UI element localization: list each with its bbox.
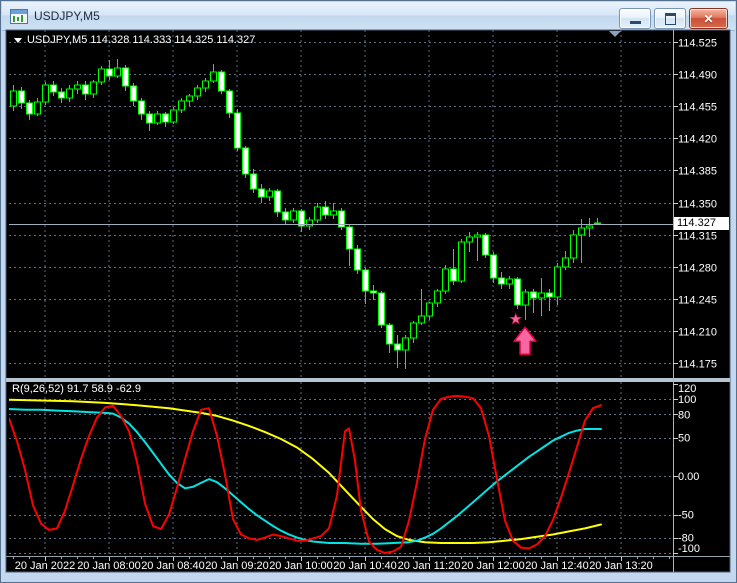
indicator-subwindow[interactable] [6,382,673,554]
price-axis[interactable] [674,30,730,556]
mt4-chart-window: USDJPY,M5 ✕ ★ 114.525 114.490 114.455 114.42… [0,0,737,583]
current-price-label: 114.327 [674,217,729,230]
main-chart-area[interactable] [6,30,673,378]
header-symbol: USDJPY,M5 [27,34,88,46]
time-axis[interactable] [6,557,730,572]
header-ohlc: 114.328 114.333 114.325 114.327 [90,34,256,46]
indicator-name-label: R(9,26,52) 91.7 58.9 -62.9 [12,383,142,395]
chevron-down-icon[interactable] [14,37,22,43]
chart-ohlc-header: USDJPY,M5 114.328 114.333 114.325 114.32… [14,34,255,46]
